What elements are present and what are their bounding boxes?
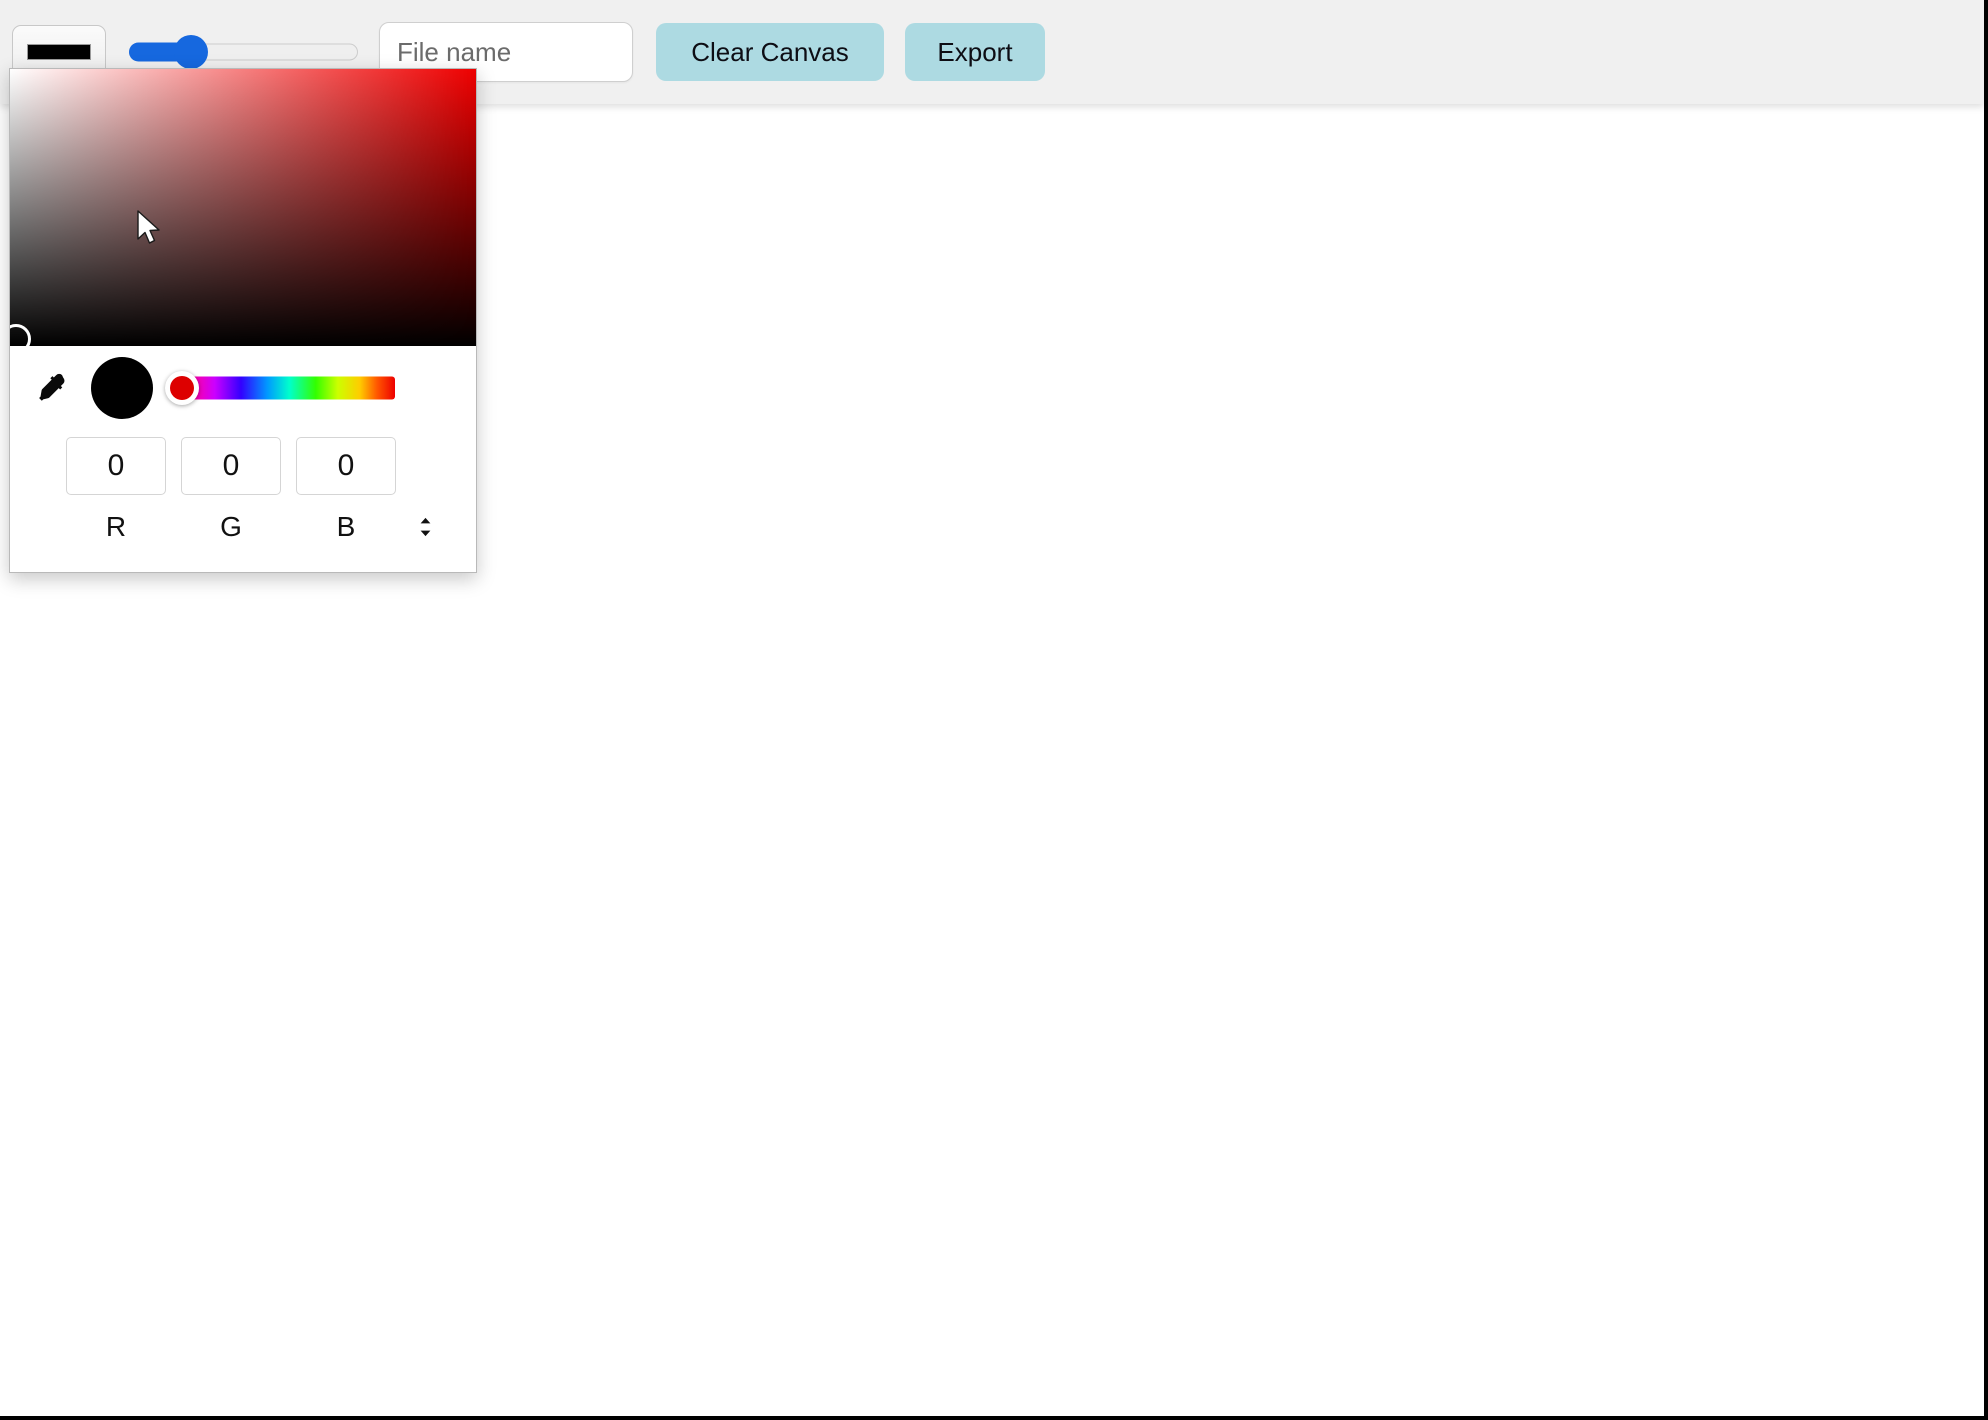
channel-input-r[interactable] xyxy=(66,437,166,495)
channel-input-g[interactable] xyxy=(181,437,281,495)
app-root: Clear Canvas Export xyxy=(0,0,1984,1416)
channel-label-r: R xyxy=(105,511,127,542)
stroke-preview-bar xyxy=(27,44,91,60)
hue-slider-track[interactable] xyxy=(175,376,395,400)
color-controls-row xyxy=(10,346,476,430)
clear-canvas-button[interactable]: Clear Canvas xyxy=(656,23,884,81)
channel-label-g: G xyxy=(220,511,242,542)
saturation-value-gradient[interactable] xyxy=(10,69,476,354)
selected-color-preview xyxy=(91,357,153,419)
channel-input-b[interactable] xyxy=(296,437,396,495)
chevron-up-down-icon[interactable] xyxy=(410,510,440,544)
brush-size-slider[interactable] xyxy=(129,32,358,72)
export-button[interactable]: Export xyxy=(905,23,1045,81)
color-picker-popover: R G B xyxy=(9,68,477,573)
hue-slider[interactable] xyxy=(165,368,395,408)
hue-slider-thumb[interactable] xyxy=(165,371,199,405)
channel-label-b: B xyxy=(336,511,356,542)
rgb-labels-row: R G B xyxy=(10,507,476,547)
rgb-inputs-row xyxy=(10,432,476,500)
eyedropper-icon[interactable] xyxy=(32,368,72,408)
slider-thumb[interactable] xyxy=(174,35,208,69)
arrow-pointer-cursor xyxy=(137,210,160,244)
